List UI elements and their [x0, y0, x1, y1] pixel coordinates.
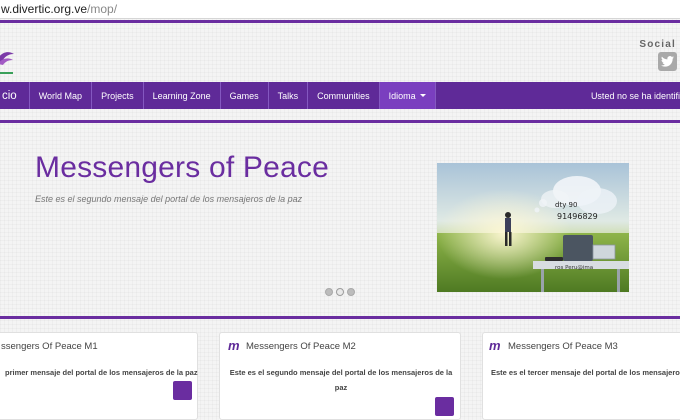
- image-caption-3: ros Peru@ima: [555, 265, 593, 271]
- m-logo-icon: m: [489, 338, 501, 353]
- message-card-m1: ssengers Of Peace M1 primer mensaje del …: [0, 332, 198, 420]
- card-action-button[interactable]: [435, 397, 454, 416]
- nav-world-map[interactable]: World Map: [30, 82, 93, 109]
- main-navbar: cio World Map Projects Learning Zone Gam…: [0, 82, 680, 109]
- top-rule: [0, 20, 680, 23]
- message-card-m3: m Messengers Of Peace M3 Este es el terc…: [482, 332, 680, 420]
- nav-language-label: Idioma: [388, 90, 416, 101]
- nav-communities[interactable]: Communities: [308, 82, 380, 109]
- hero-top-rule: [0, 120, 680, 123]
- url-path: /mop/: [87, 2, 118, 16]
- card-text: Este es el tercer mensaje del portal de …: [491, 365, 680, 380]
- message-card-m2: m Messengers Of Peace M2 Este es el segu…: [219, 332, 461, 420]
- card-text: primer mensaje del portal de los mensaje…: [5, 365, 198, 380]
- twitter-icon[interactable]: [658, 52, 677, 71]
- card-text-line: Este es el segundo mensaje del portal de…: [229, 368, 453, 377]
- url-host: w.divertic.org.ve: [1, 2, 88, 16]
- address-bar[interactable]: w.divertic.org.ve/mop/: [0, 0, 680, 19]
- card-title[interactable]: Messengers Of Peace M2: [246, 341, 356, 352]
- nav-games[interactable]: Games: [221, 82, 269, 109]
- card-text: Este es el segundo mensaje del portal de…: [226, 365, 456, 395]
- carousel-dot-1[interactable]: [325, 288, 333, 296]
- card-action-button[interactable]: [173, 381, 192, 400]
- chevron-down-icon: [419, 94, 426, 97]
- hero-image: dty 90 91496829 ros Peru@ima: [437, 163, 629, 292]
- card-title[interactable]: ssengers Of Peace M1: [1, 341, 98, 352]
- hero-subtitle: Este es el segundo mensaje del portal de…: [35, 194, 303, 204]
- site-logo-icon[interactable]: [0, 44, 16, 78]
- nav-home[interactable]: cio: [0, 82, 30, 109]
- social-label: Social: [639, 39, 676, 50]
- login-notice[interactable]: Usted no se ha identifi: [587, 82, 680, 109]
- nav-language-dropdown[interactable]: Idioma: [379, 82, 436, 109]
- nav-talks[interactable]: Talks: [269, 82, 309, 109]
- carousel-indicators: [325, 288, 355, 296]
- card-text-line: Este es el tercer mensaje del portal de …: [491, 368, 680, 377]
- nav-projects[interactable]: Projects: [92, 82, 144, 109]
- nav-learning-zone[interactable]: Learning Zone: [144, 82, 221, 109]
- hero-title: Messengers of Peace: [35, 151, 329, 184]
- image-caption-2: 91496829: [557, 212, 598, 221]
- card-title[interactable]: Messengers Of Peace M3: [508, 341, 618, 352]
- card-text-line: primer mensaje del portal de los mensaje…: [5, 368, 198, 377]
- m-logo-icon: m: [228, 338, 240, 353]
- image-caption-1: dty 90: [555, 201, 577, 209]
- hero-bottom-rule: [0, 316, 680, 319]
- card-text-line: paz: [334, 383, 348, 392]
- carousel-dot-3[interactable]: [347, 288, 355, 296]
- carousel-dot-2[interactable]: [336, 288, 344, 296]
